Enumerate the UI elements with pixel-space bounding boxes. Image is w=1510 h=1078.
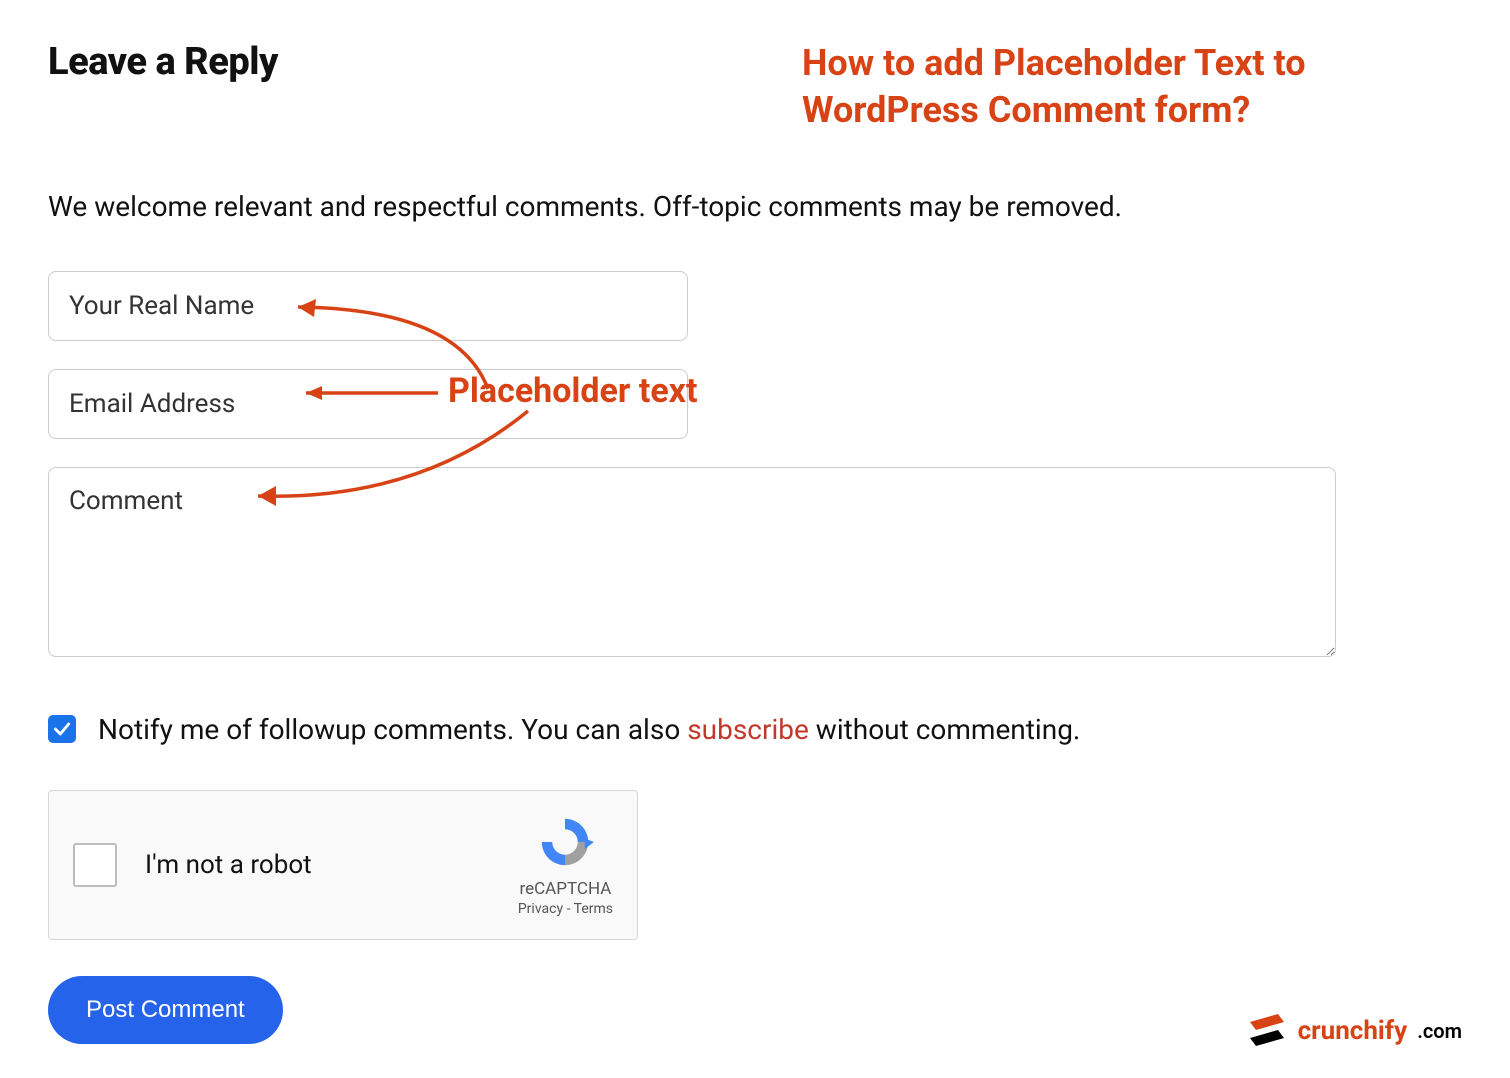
subscribe-link[interactable]: subscribe bbox=[687, 713, 809, 746]
comment-form: Placeholder text bbox=[48, 271, 1462, 657]
notify-label: Notify me of followup comments. You can … bbox=[98, 713, 1080, 746]
recaptcha-checkbox[interactable] bbox=[73, 843, 117, 887]
notify-text-before: Notify me of followup comments. You can … bbox=[98, 713, 687, 746]
recaptcha-widget: I'm not a robot reCAPTCHA Privacy - Term… bbox=[48, 790, 638, 940]
notify-text-after: without commenting. bbox=[809, 713, 1080, 746]
annotation-heading: How to add Placeholder Text to WordPress… bbox=[802, 40, 1462, 134]
crunchify-logo-icon bbox=[1248, 1014, 1288, 1048]
recaptcha-label: I'm not a robot bbox=[145, 850, 312, 880]
brand-tld: .com bbox=[1417, 1019, 1462, 1043]
intro-text: We welcome relevant and respectful comme… bbox=[48, 190, 1462, 223]
check-icon bbox=[52, 719, 72, 739]
post-comment-button[interactable]: Post Comment bbox=[48, 976, 283, 1044]
name-field[interactable] bbox=[48, 271, 688, 341]
brand-name: crunchify bbox=[1298, 1016, 1408, 1046]
recaptcha-brand: reCAPTCHA bbox=[518, 879, 613, 899]
site-logo: crunchify .com bbox=[1248, 1014, 1462, 1048]
annotation-label: Placeholder text bbox=[448, 371, 698, 411]
page-title: Leave a Reply bbox=[48, 40, 278, 84]
notify-row: Notify me of followup comments. You can … bbox=[48, 713, 1462, 746]
comment-field[interactable] bbox=[48, 467, 1336, 657]
recaptcha-icon bbox=[536, 813, 594, 871]
recaptcha-terms-link[interactable]: Terms bbox=[574, 901, 613, 917]
notify-checkbox[interactable] bbox=[48, 715, 76, 743]
recaptcha-privacy-link[interactable]: Privacy bbox=[518, 901, 563, 917]
